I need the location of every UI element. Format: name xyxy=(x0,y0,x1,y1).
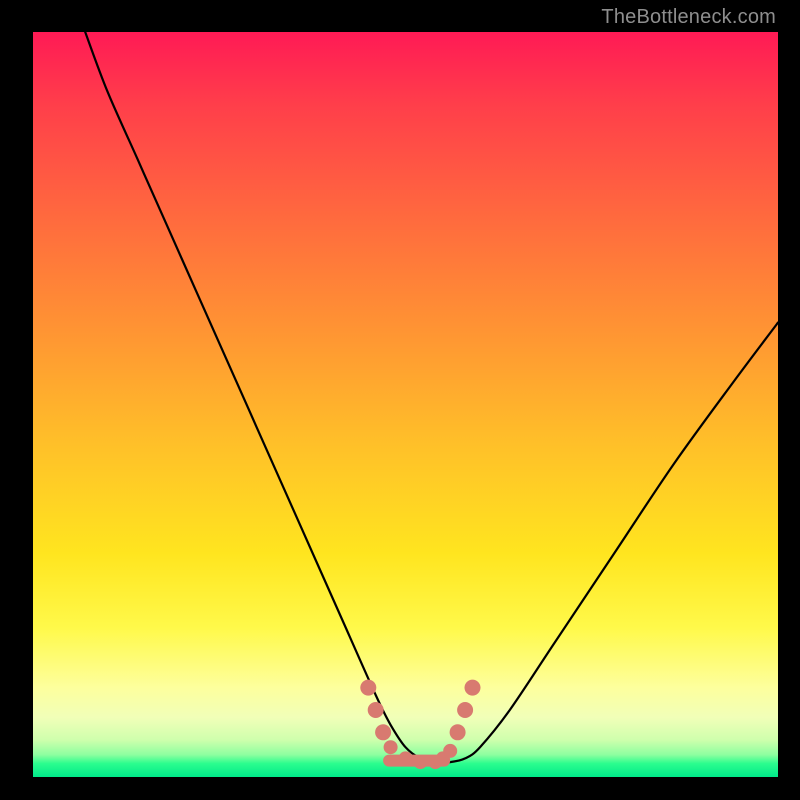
highlight-dot xyxy=(375,724,391,740)
curve-layer xyxy=(33,32,778,777)
highlight-dot xyxy=(360,680,376,696)
highlight-dot xyxy=(384,740,398,754)
plot-area xyxy=(33,32,778,777)
highlight-dot xyxy=(368,702,384,718)
highlight-dot xyxy=(413,755,427,769)
highlight-dot xyxy=(457,702,473,718)
highlight-dot xyxy=(450,724,466,740)
highlight-markers xyxy=(360,680,480,770)
highlight-dot xyxy=(443,744,457,758)
chart-frame: TheBottleneck.com xyxy=(0,0,800,800)
watermark-text: TheBottleneck.com xyxy=(601,6,776,29)
highlight-dot xyxy=(399,751,413,765)
highlight-dot xyxy=(428,755,442,769)
bottleneck-curve xyxy=(85,32,778,763)
highlight-dot xyxy=(436,751,450,765)
highlight-pill xyxy=(383,755,450,767)
highlight-dot xyxy=(465,680,481,696)
